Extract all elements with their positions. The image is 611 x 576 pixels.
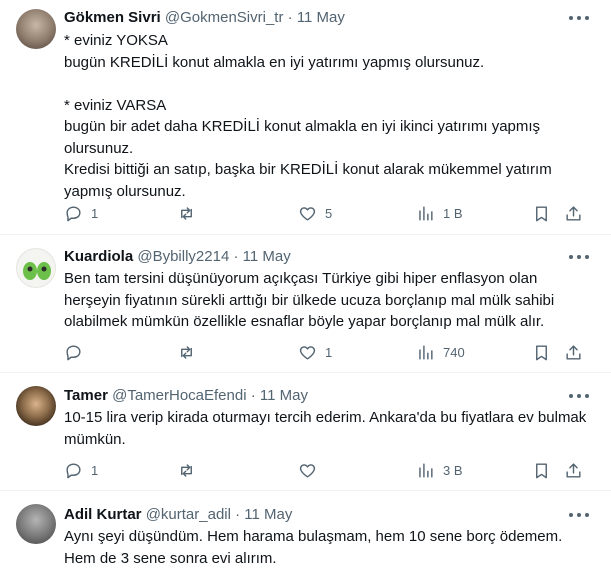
tweet-adil-kurtar[interactable]: Adil Kurtar @kurtar_adil · 11 May Aynı ş…: [0, 491, 611, 576]
separator-dot: ·: [233, 248, 239, 265]
heart-icon: [299, 345, 316, 360]
tweet-actions: 1 3 B: [64, 459, 593, 481]
retweet-button[interactable]: [177, 202, 204, 224]
reply-icon: [66, 344, 81, 360]
author-name[interactable]: Kuardiola: [64, 248, 133, 265]
view-count: 740: [443, 344, 465, 360]
views-button[interactable]: 740: [416, 341, 465, 363]
heart-icon: [299, 206, 316, 221]
views-button[interactable]: 3 B: [416, 459, 463, 481]
share-button[interactable]: [564, 459, 583, 481]
retweet-icon: [181, 345, 192, 359]
tweet-text: * eviniz YOKSA bugün KREDİLİ konut almak…: [64, 32, 552, 200]
bar-chart-icon: [419, 344, 433, 360]
separator-dot: ·: [235, 506, 241, 523]
more-options-icon[interactable]: [569, 507, 589, 523]
views-button[interactable]: 1 B: [416, 202, 463, 224]
tweet-header: Tamer @TamerHocaEfendi · 11 May: [64, 386, 551, 406]
tweet-text: 10-15 lira verip kirada oturmayı tercih …: [64, 409, 587, 448]
author-name[interactable]: Adil Kurtar: [64, 506, 142, 523]
reply-feed: Gökmen Sivri @GokmenSivri_tr · 11 May * …: [0, 0, 611, 576]
bookmark-icon: [536, 462, 547, 478]
share-icon: [566, 344, 581, 360]
tweet-tamer[interactable]: Tamer @TamerHocaEfendi · 11 May 10-15 li…: [0, 373, 611, 491]
share-button[interactable]: [564, 341, 583, 363]
heart-icon: [299, 463, 316, 478]
author-name[interactable]: Tamer: [64, 387, 108, 404]
reply-icon: [66, 205, 81, 221]
avatar-image: [23, 262, 51, 280]
like-count: 1: [325, 344, 333, 360]
avatar[interactable]: [16, 9, 56, 49]
avatar[interactable]: [16, 504, 56, 544]
share-icon: [566, 462, 581, 478]
separator-dot: ·: [250, 387, 256, 404]
avatar[interactable]: [16, 386, 56, 426]
tweet-date[interactable]: 11 May: [297, 9, 345, 26]
more-options-icon[interactable]: [569, 388, 589, 404]
view-count: 1 B: [443, 205, 463, 221]
bar-chart-icon: [419, 205, 433, 221]
tweet-kuardiola[interactable]: Kuardiola @Bybilly2214 · 11 May Ben tam …: [0, 235, 611, 373]
tweet-date[interactable]: 11 May: [244, 506, 292, 523]
like-button[interactable]: 1: [298, 341, 332, 363]
bookmark-button[interactable]: [532, 202, 551, 224]
share-button[interactable]: [564, 202, 583, 224]
view-count: 3 B: [443, 462, 463, 478]
retweet-button[interactable]: [177, 341, 204, 363]
bookmark-button[interactable]: [532, 341, 551, 363]
more-options-icon[interactable]: [569, 10, 589, 26]
tweet-header: Kuardiola @Bybilly2214 · 11 May: [64, 247, 551, 267]
like-button[interactable]: [298, 459, 325, 481]
tweet-actions: 1 5 1 B: [64, 202, 593, 224]
reply-button[interactable]: 1: [64, 459, 98, 481]
tweet-gokmen-sivri[interactable]: Gökmen Sivri @GokmenSivri_tr · 11 May * …: [0, 0, 611, 235]
bookmark-icon: [536, 205, 547, 221]
retweet-icon: [181, 463, 192, 477]
tweet-text: Aynı şeyi düşündüm. Hem harama bulaşmam,…: [64, 528, 563, 567]
retweet-button[interactable]: [177, 459, 204, 481]
author-handle[interactable]: @Bybilly2214: [137, 248, 229, 265]
bookmark-icon: [536, 344, 547, 360]
reply-button[interactable]: 1: [64, 202, 98, 224]
more-options-icon[interactable]: [569, 249, 589, 265]
author-handle[interactable]: @GokmenSivri_tr: [165, 9, 284, 26]
tweet-date[interactable]: 11 May: [243, 248, 291, 265]
separator-dot: ·: [287, 9, 293, 26]
avatar[interactable]: [16, 248, 56, 288]
reply-count: 1: [91, 205, 99, 221]
tweet-header: Gökmen Sivri @GokmenSivri_tr · 11 May: [64, 8, 551, 28]
reply-button[interactable]: [64, 341, 91, 363]
tweet-text: Ben tam tersini düşünüyorum açıkçası Tür…: [64, 270, 555, 330]
tweet-header: Adil Kurtar @kurtar_adil · 11 May: [64, 505, 551, 525]
author-name[interactable]: Gökmen Sivri: [64, 9, 161, 26]
tweet-actions: 1 740: [64, 341, 593, 363]
retweet-icon: [181, 206, 192, 220]
tweet-date[interactable]: 11 May: [260, 387, 308, 404]
reply-icon: [66, 462, 81, 478]
bar-chart-icon: [419, 462, 433, 478]
author-handle[interactable]: @kurtar_adil: [146, 506, 231, 523]
author-handle[interactable]: @TamerHocaEfendi: [112, 387, 246, 404]
like-button[interactable]: 5: [298, 202, 332, 224]
reply-count: 1: [91, 462, 99, 478]
share-icon: [566, 205, 581, 221]
bookmark-button[interactable]: [532, 459, 551, 481]
like-count: 5: [325, 205, 333, 221]
